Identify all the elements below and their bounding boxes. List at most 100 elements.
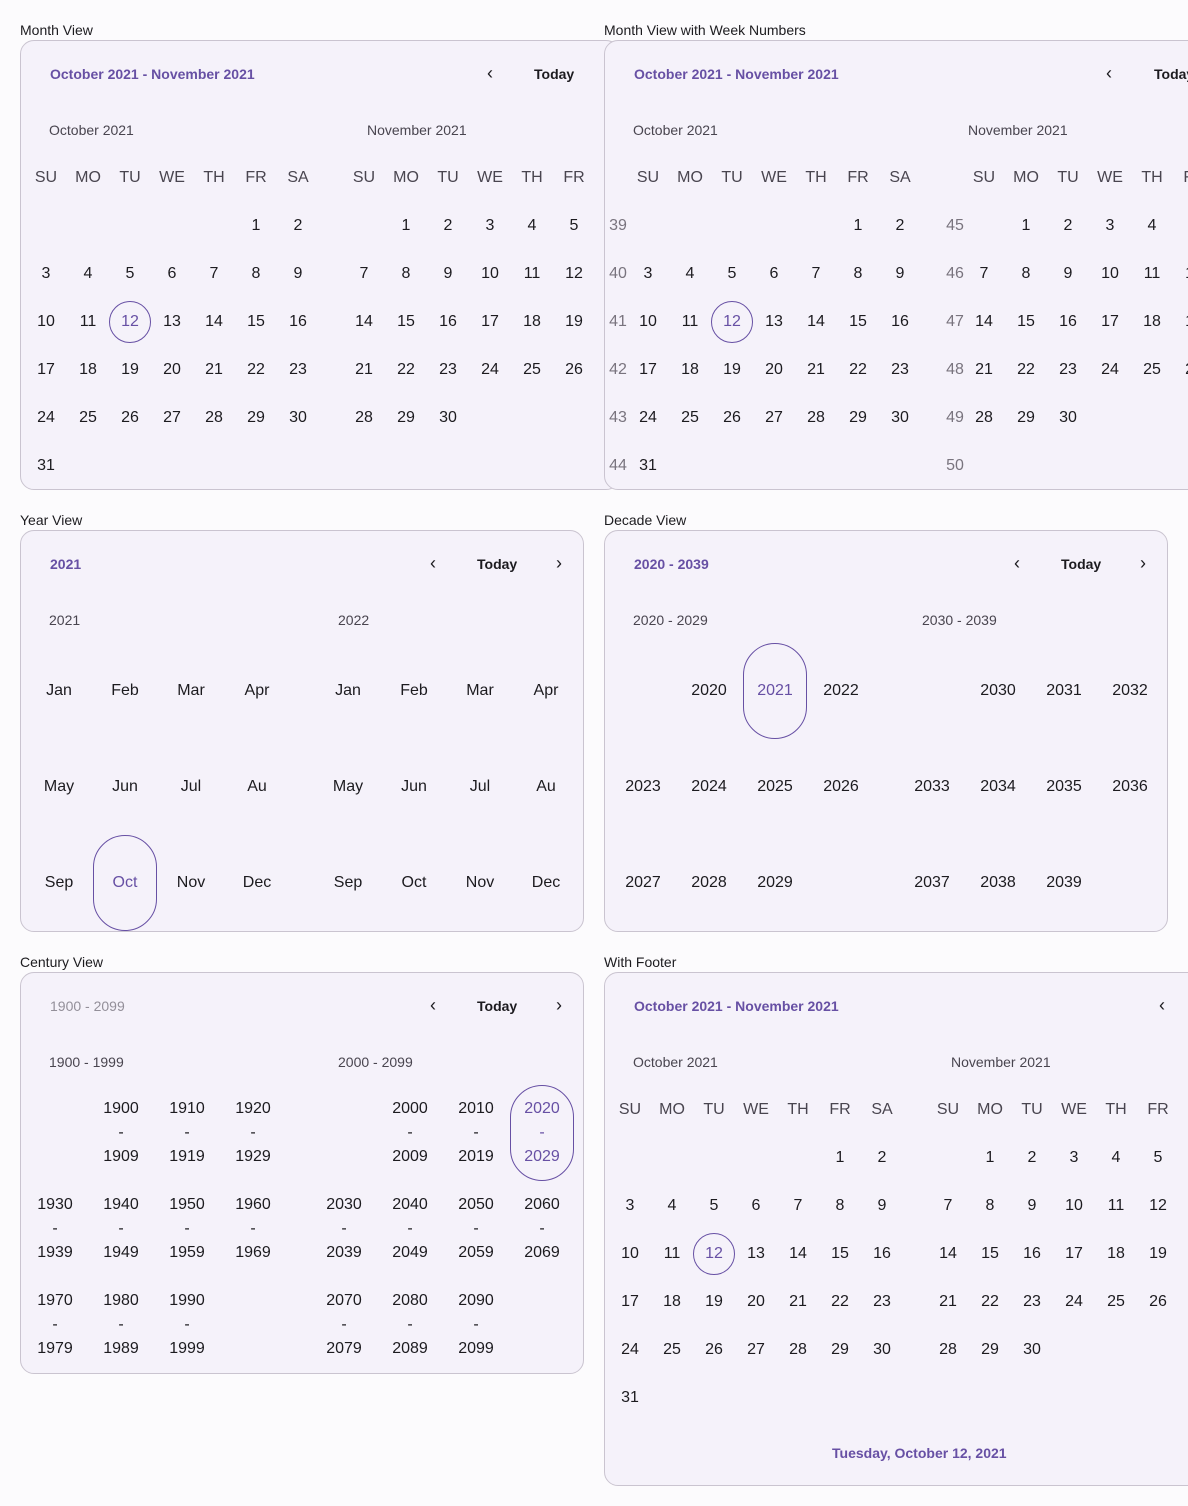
day-nov-1[interactable]: 1	[969, 1134, 1011, 1182]
day-oct-17[interactable]: 17	[25, 346, 67, 394]
calendar-range-title[interactable]: October 2021 - November 2021	[634, 998, 839, 1014]
day-oct-12[interactable]: 12	[711, 298, 753, 346]
day-nov-19[interactable]: 19	[1137, 1230, 1179, 1278]
month-cell-jun[interactable]: Jun	[92, 739, 158, 835]
day-oct-26[interactable]: 26	[711, 394, 753, 442]
day-oct-12[interactable]: 12	[109, 298, 151, 346]
day-nov-18[interactable]: 18	[511, 298, 553, 346]
day-nov-25[interactable]: 25	[1095, 1278, 1137, 1326]
day-oct-3[interactable]: 3	[609, 1182, 651, 1230]
day-nov-1[interactable]: 1	[385, 202, 427, 250]
day-oct-2[interactable]: 2	[861, 1134, 903, 1182]
month-cell-apr[interactable]: Apr	[224, 643, 290, 739]
day-nov-21[interactable]: 21	[963, 346, 1005, 394]
year-cell-2022[interactable]: 2022	[808, 643, 874, 739]
day-oct-25[interactable]: 25	[651, 1326, 693, 1374]
chevron-left-icon[interactable]: ‹	[1150, 995, 1174, 1015]
decade-range-cell-1950[interactable]: 1950 - 1959	[154, 1193, 220, 1265]
day-nov-16[interactable]: 16	[1047, 298, 1089, 346]
month-cell-nov[interactable]: Nov	[447, 835, 513, 931]
day-nov-19[interactable]: 19	[1173, 298, 1188, 346]
day-oct-9[interactable]: 9	[879, 250, 921, 298]
chevron-right-icon[interactable]: ›	[547, 553, 571, 573]
day-oct-25[interactable]: 25	[67, 394, 109, 442]
day-oct-31[interactable]: 31	[627, 442, 669, 489]
month-cell-oct[interactable]: Oct	[92, 835, 158, 931]
decade-range-cell-1900[interactable]: 1900 - 1909	[88, 1097, 154, 1169]
day-nov-5[interactable]: 5	[1173, 202, 1188, 250]
day-nov-17[interactable]: 17	[1089, 298, 1131, 346]
day-oct-23[interactable]: 23	[861, 1278, 903, 1326]
decade-range-cell-2050[interactable]: 2050 - 2059	[443, 1193, 509, 1265]
day-nov-19[interactable]: 19	[553, 298, 595, 346]
decade-range-cell-1920[interactable]: 1920 - 1929	[220, 1097, 286, 1169]
day-nov-28[interactable]: 28	[963, 394, 1005, 442]
year-cell-2034[interactable]: 2034	[965, 739, 1031, 835]
day-oct-24[interactable]: 24	[609, 1326, 651, 1374]
decade-range-cell-1980[interactable]: 1980 - 1989	[88, 1289, 154, 1361]
day-oct-4[interactable]: 4	[669, 250, 711, 298]
calendar-range-title[interactable]: 2020 - 2039	[634, 556, 709, 572]
day-oct-29[interactable]: 29	[819, 1326, 861, 1374]
day-oct-18[interactable]: 18	[669, 346, 711, 394]
day-nov-3[interactable]: 3	[469, 202, 511, 250]
day-nov-22[interactable]: 22	[969, 1278, 1011, 1326]
year-cell-2021[interactable]: 2021	[742, 643, 808, 739]
month-cell-sep[interactable]: Sep	[26, 835, 92, 931]
day-oct-31[interactable]: 31	[609, 1374, 651, 1422]
year-cell-2031[interactable]: 2031	[1031, 643, 1097, 739]
chevron-left-icon[interactable]: ‹	[1097, 63, 1121, 83]
day-oct-7[interactable]: 7	[795, 250, 837, 298]
day-nov-12[interactable]: 12	[553, 250, 595, 298]
day-nov-2[interactable]: 2	[427, 202, 469, 250]
day-nov-23[interactable]: 23	[427, 346, 469, 394]
day-nov-15[interactable]: 15	[1005, 298, 1047, 346]
day-oct-28[interactable]: 28	[777, 1326, 819, 1374]
day-nov-15[interactable]: 15	[385, 298, 427, 346]
month-cell-jun[interactable]: Jun	[381, 739, 447, 835]
day-nov-3[interactable]: 3	[1089, 202, 1131, 250]
decade-range-cell-1940[interactable]: 1940 - 1949	[88, 1193, 154, 1265]
day-oct-18[interactable]: 18	[67, 346, 109, 394]
day-oct-20[interactable]: 20	[753, 346, 795, 394]
decade-range-cell-1930[interactable]: 1930 - 1939	[22, 1193, 88, 1265]
day-nov-7[interactable]: 7	[927, 1182, 969, 1230]
day-oct-26[interactable]: 26	[693, 1326, 735, 1374]
today-button[interactable]: Today	[1154, 66, 1188, 82]
day-oct-27[interactable]: 27	[151, 394, 193, 442]
day-oct-15[interactable]: 15	[235, 298, 277, 346]
calendar-range-title[interactable]: 2021	[50, 556, 81, 572]
day-oct-17[interactable]: 17	[609, 1278, 651, 1326]
day-oct-18[interactable]: 18	[651, 1278, 693, 1326]
day-nov-29[interactable]: 29	[385, 394, 427, 442]
month-cell-feb[interactable]: Feb	[92, 643, 158, 739]
decade-range-cell-2060[interactable]: 2060 - 2069	[509, 1193, 575, 1265]
day-oct-16[interactable]: 16	[879, 298, 921, 346]
day-oct-13[interactable]: 13	[735, 1230, 777, 1278]
day-nov-11[interactable]: 11	[511, 250, 553, 298]
day-nov-16[interactable]: 16	[427, 298, 469, 346]
year-cell-2024[interactable]: 2024	[676, 739, 742, 835]
day-nov-25[interactable]: 25	[511, 346, 553, 394]
day-oct-1[interactable]: 1	[819, 1134, 861, 1182]
day-oct-10[interactable]: 10	[609, 1230, 651, 1278]
month-cell-au[interactable]: Au	[224, 739, 290, 835]
month-cell-nov[interactable]: Nov	[158, 835, 224, 931]
day-nov-29[interactable]: 29	[1005, 394, 1047, 442]
day-oct-3[interactable]: 3	[627, 250, 669, 298]
year-cell-2032[interactable]: 2032	[1097, 643, 1163, 739]
month-cell-oct[interactable]: Oct	[381, 835, 447, 931]
decade-range-cell-1990[interactable]: 1990 - 1999	[154, 1289, 220, 1361]
calendar-range-title[interactable]: October 2021 - November 2021	[634, 66, 839, 82]
day-nov-26[interactable]: 26	[1137, 1278, 1179, 1326]
chevron-right-icon[interactable]: ›	[1131, 553, 1155, 573]
day-nov-3[interactable]: 3	[1053, 1134, 1095, 1182]
day-oct-22[interactable]: 22	[235, 346, 277, 394]
calendar-range-title[interactable]: October 2021 - November 2021	[50, 66, 255, 82]
day-nov-22[interactable]: 22	[385, 346, 427, 394]
day-oct-30[interactable]: 30	[879, 394, 921, 442]
day-nov-11[interactable]: 11	[1131, 250, 1173, 298]
day-oct-25[interactable]: 25	[669, 394, 711, 442]
day-oct-13[interactable]: 13	[151, 298, 193, 346]
year-cell-2039[interactable]: 2039	[1031, 835, 1097, 931]
